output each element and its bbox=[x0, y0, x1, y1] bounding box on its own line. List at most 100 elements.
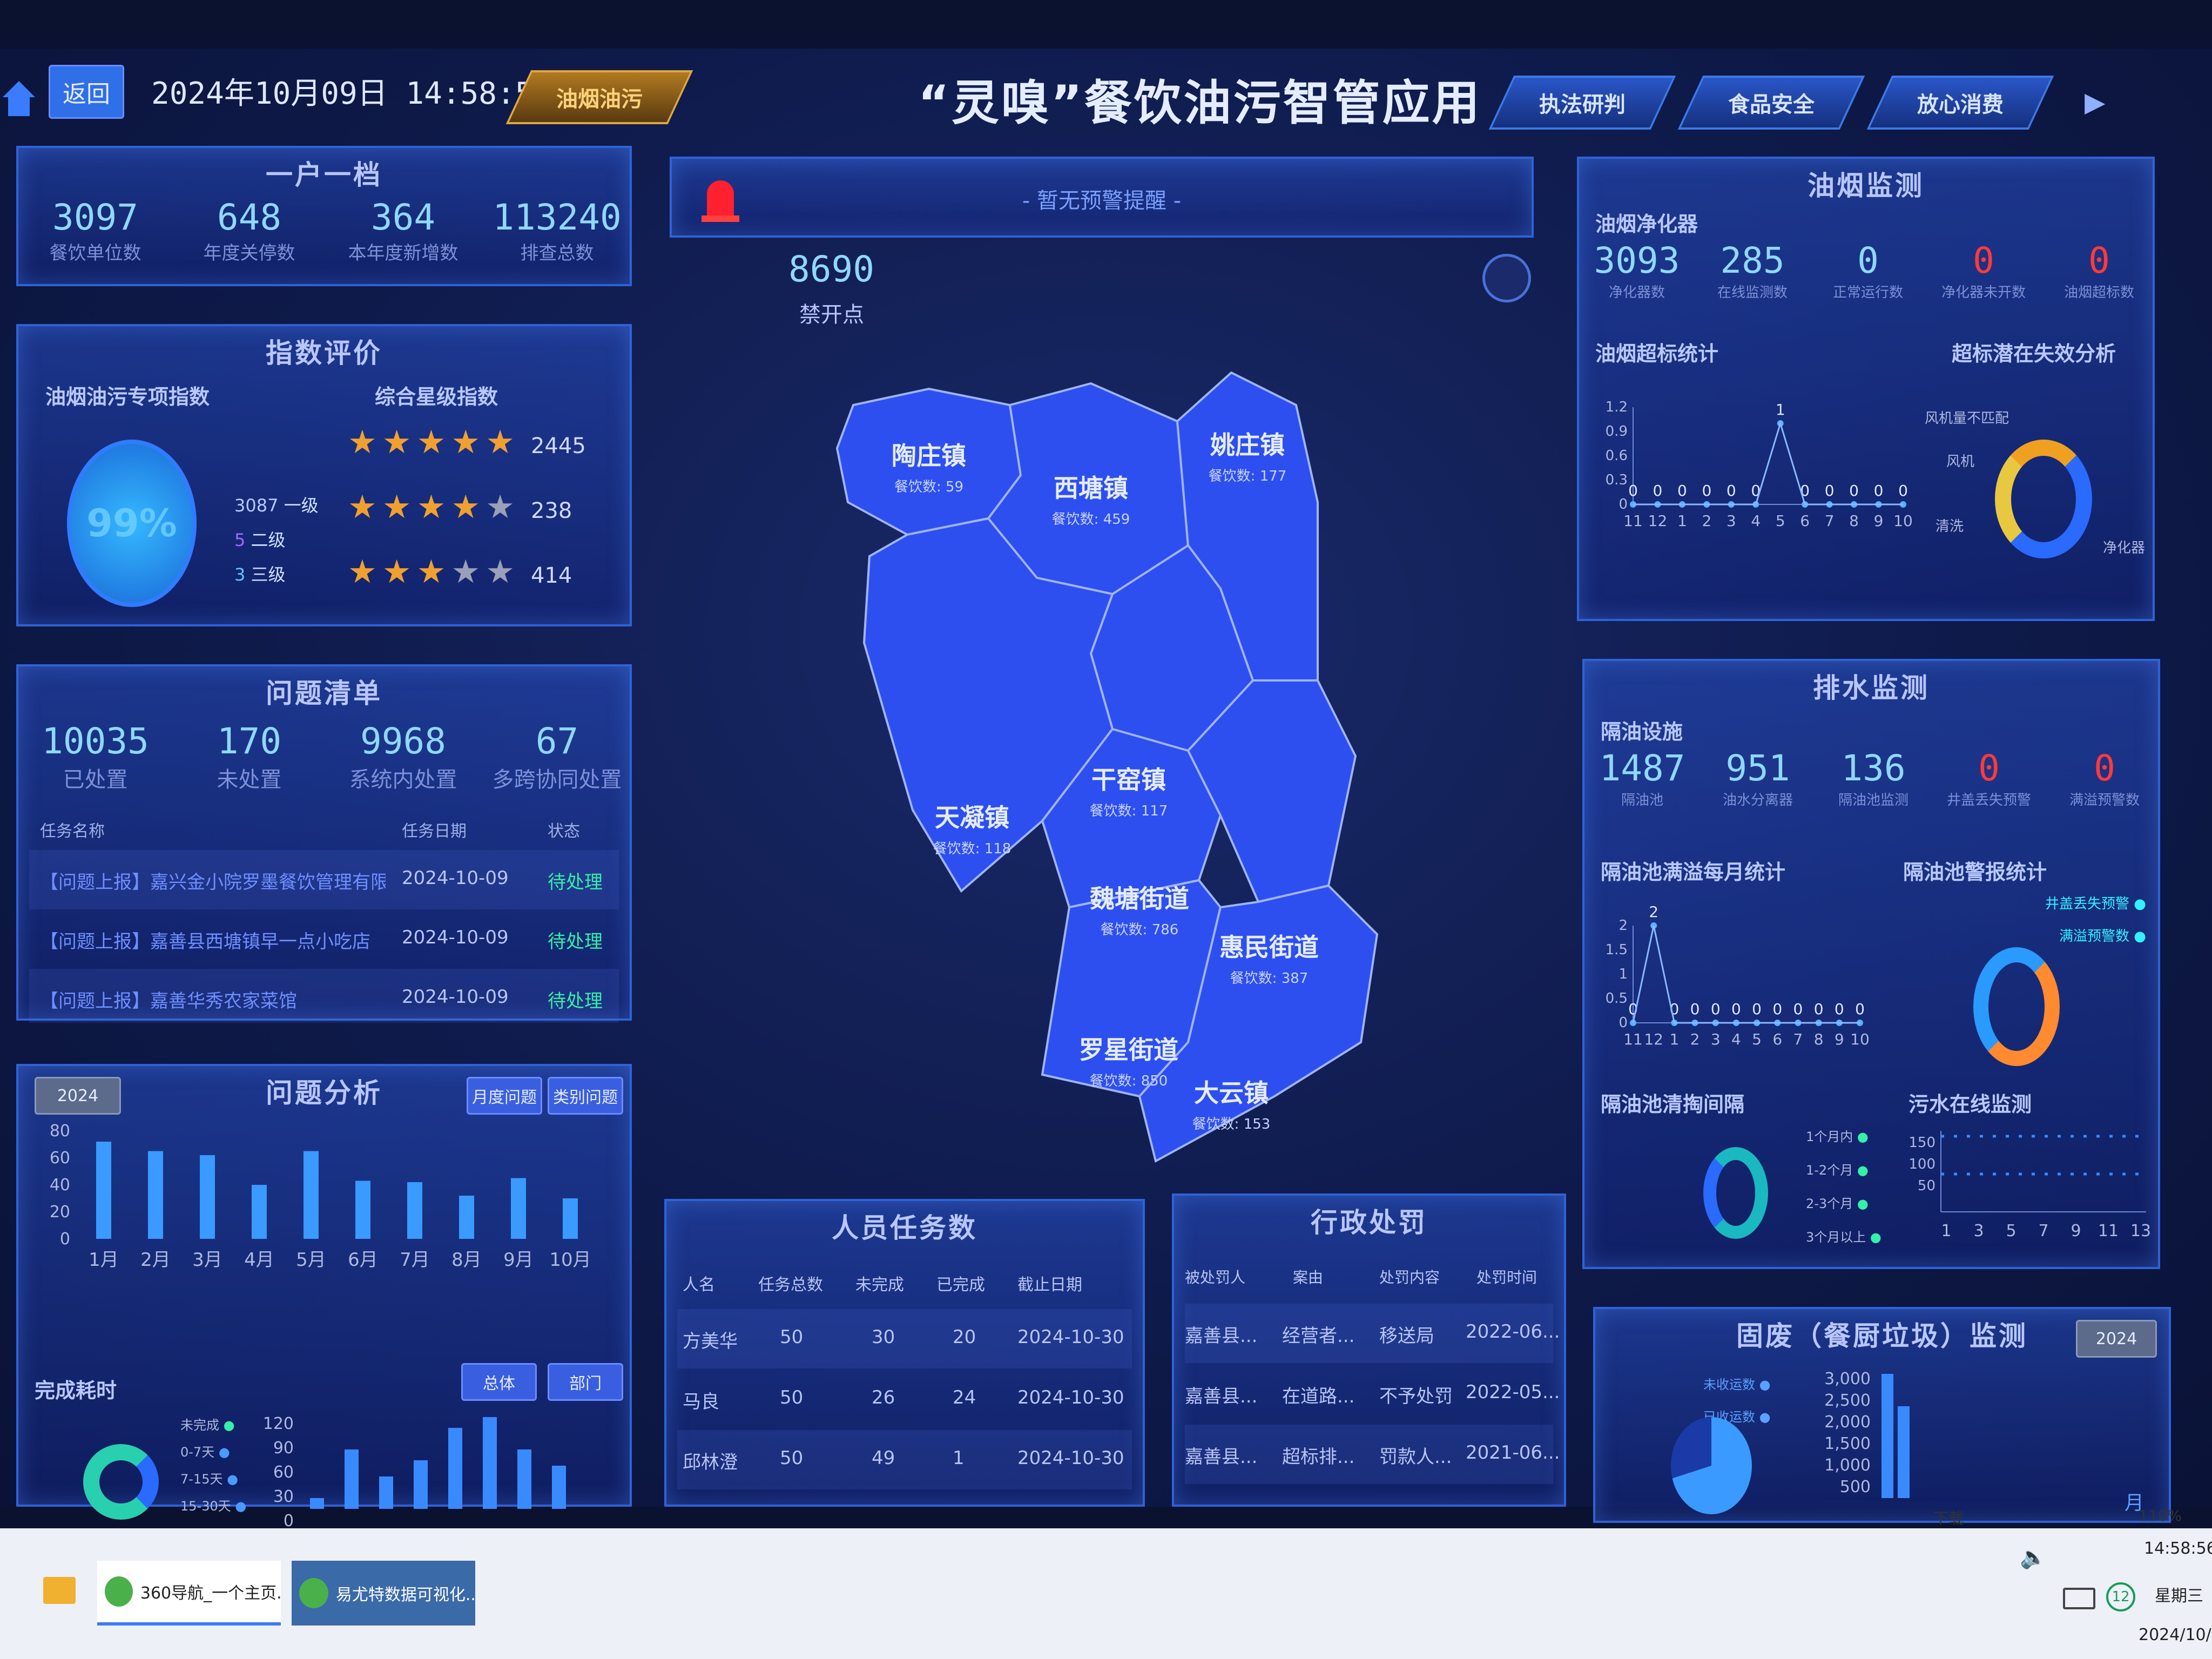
star-filled-icon: ★ bbox=[451, 423, 481, 461]
issues-table-body: 【问题上报】嘉兴金小院罗墨餐饮管理有限公... 2024-10-09 待处理 【… bbox=[18, 850, 630, 1023]
table-row[interactable]: 【问题上报】嘉善县西塘镇早一点小吃店 2024-10-09 待处理 bbox=[29, 909, 619, 969]
fume-index-label: 油烟油污专项指数 bbox=[45, 385, 210, 409]
star-filled-icon: ★ bbox=[451, 488, 481, 526]
taskbar-item[interactable]: 360导航_一个主页... bbox=[97, 1561, 281, 1626]
star-filled-icon: ★ bbox=[416, 488, 446, 526]
chevron-right-icon[interactable]: ▶ bbox=[2085, 86, 2105, 118]
issue-stat: 170 未处置 bbox=[217, 720, 282, 792]
svg-text:9: 9 bbox=[2071, 1222, 2081, 1240]
folder-icon[interactable] bbox=[43, 1577, 76, 1604]
table-row[interactable]: 嘉善县... 经营者... 移送局 2022-06... bbox=[1185, 1304, 1560, 1363]
x-tick-label: 5月 bbox=[296, 1249, 326, 1271]
header-datetime: 2024年10月09日 14:58:56 bbox=[151, 76, 552, 111]
alarm-donut bbox=[1973, 947, 2060, 1066]
drain-stat: 136 隔油池监测 bbox=[1838, 747, 1908, 808]
monthly-issue-button[interactable]: 月度问题 bbox=[467, 1077, 542, 1115]
x-tick-label: 1 bbox=[1677, 512, 1687, 530]
table-row[interactable]: 【问题上报】嘉兴金小院罗墨餐饮管理有限公... 2024-10-09 待处理 bbox=[29, 850, 619, 909]
archive-stat: 113240 排查总数 bbox=[493, 197, 622, 264]
tab-enforcement[interactable]: 执法研判 bbox=[1488, 76, 1676, 130]
tab-fume[interactable]: 油烟油污 bbox=[505, 70, 693, 124]
tab-food-safety[interactable]: 食品安全 bbox=[1677, 76, 1865, 130]
year-select[interactable]: 2024 bbox=[35, 1077, 121, 1115]
issues-title: 问题清单 bbox=[266, 678, 382, 709]
drain-panel: 排水监测 隔油设施 1487 隔油池 951 油水分离器 136 隔油池监测 0 井盖丢… bbox=[1582, 659, 2160, 1269]
download-button[interactable]: 下载 bbox=[1933, 1507, 1964, 1528]
table-row[interactable]: 马良 50 26 24 2024-10-30 bbox=[677, 1370, 1132, 1429]
bar bbox=[563, 1198, 578, 1239]
data-label: 0 bbox=[1711, 1000, 1721, 1018]
y-tick-label: 1.5 bbox=[1606, 942, 1628, 958]
fume-stat: 3093 净化器数 bbox=[1594, 240, 1680, 301]
table-row[interactable]: 嘉善县... 在道路... 不予处罚 2022-05... bbox=[1185, 1364, 1560, 1424]
x-tick-label: 6 bbox=[1800, 512, 1810, 530]
notification-badge[interactable]: 12 bbox=[2106, 1582, 2135, 1611]
personnel-title: 人员任务数 bbox=[832, 1212, 977, 1244]
waste-year-select[interactable]: 2024 bbox=[2076, 1320, 2157, 1358]
map-label: 大云镇 bbox=[1194, 1078, 1269, 1108]
x-tick-label: 1 bbox=[1669, 1030, 1679, 1048]
y-tick-label: 1 bbox=[1618, 966, 1628, 982]
keyboard-icon[interactable] bbox=[2063, 1588, 2095, 1609]
overall-button[interactable]: 总体 bbox=[461, 1363, 537, 1401]
issue-stat: 10035 已处置 bbox=[42, 720, 149, 792]
tab-consumer[interactable]: 放心消费 bbox=[1866, 76, 2054, 130]
x-tick-label: 7月 bbox=[400, 1249, 430, 1271]
star-empty-icon: ★ bbox=[485, 488, 515, 526]
map-count: 餐饮数: 153 bbox=[1192, 1116, 1271, 1132]
x-tick-label: 3月 bbox=[192, 1249, 222, 1271]
issues-panel: 问题清单 10035 已处置 170 未处置 9968 系统内处置 67 多跨协同处置 … bbox=[16, 664, 632, 1023]
penalty-title: 行政处罚 bbox=[1311, 1207, 1427, 1238]
gauge-value: 99% bbox=[86, 501, 177, 545]
table-row[interactable]: 嘉善县... 超标排... 罚款人... 2021-06... bbox=[1185, 1425, 1560, 1484]
y-tick-label: 0 bbox=[60, 1230, 70, 1249]
locate-icon[interactable] bbox=[1482, 254, 1531, 302]
penalty-header: 被处罚人 案由 处罚内容 处罚时间 bbox=[1185, 1269, 1537, 1286]
volume-icon[interactable]: 🔈 bbox=[2020, 1545, 2047, 1570]
data-label: 2 bbox=[1649, 903, 1658, 921]
drain-title: 排水监测 bbox=[1813, 672, 1930, 704]
data-label: 0 bbox=[1628, 482, 1638, 500]
taskbar-item[interactable]: 易尤特数据可视化... bbox=[292, 1561, 475, 1626]
bar bbox=[148, 1151, 163, 1239]
department-button[interactable]: 部门 bbox=[548, 1363, 623, 1401]
map-label: 魏塘街道 bbox=[1090, 884, 1189, 913]
forbidden-label: 禁开点 bbox=[799, 302, 864, 327]
category-issue-button[interactable]: 类别问题 bbox=[548, 1077, 623, 1115]
x-tick-label: 7 bbox=[1793, 1030, 1803, 1048]
completion-yticks: 120 90 60 30 0 bbox=[262, 1414, 294, 1530]
x-tick-label: 7 bbox=[1825, 512, 1835, 530]
y-tick-label: 60 bbox=[50, 1149, 70, 1168]
archive-stat: 648 年度关停数 bbox=[203, 197, 295, 264]
x-tick-label: 5 bbox=[1776, 512, 1785, 530]
y-tick-label: 0.5 bbox=[1606, 990, 1628, 1007]
x-tick-label: 9 bbox=[1874, 512, 1884, 530]
table-row[interactable]: 邱林澄 50 49 1 2024-10-30 bbox=[677, 1430, 1132, 1489]
waste-pie bbox=[1671, 1417, 1752, 1514]
data-label: 0 bbox=[1835, 1000, 1844, 1018]
home-icon[interactable] bbox=[0, 76, 38, 119]
x-tick-label: 10月 bbox=[549, 1249, 591, 1271]
personnel-body: 方美华 50 30 20 2024-10-30 马良 50 26 24 2024-10-30 邱… bbox=[666, 1309, 1143, 1493]
failure-label: 超标潜在失效分析 bbox=[1952, 342, 2116, 366]
star-empty-icon: ★ bbox=[451, 553, 481, 591]
svg-text:100: 100 bbox=[1908, 1156, 1936, 1172]
map-label: 西塘镇 bbox=[1054, 474, 1128, 503]
completion-donut bbox=[83, 1444, 159, 1520]
completion-label: 完成耗时 bbox=[35, 1379, 117, 1402]
alert-bar: - 暂无预警提醒 - bbox=[670, 157, 1534, 238]
data-label: 0 bbox=[1874, 482, 1884, 500]
x-tick-label: 1月 bbox=[89, 1249, 119, 1271]
table-row[interactable]: 【问题上报】嘉善华秀农家菜馆 2024-10-09 待处理 bbox=[29, 969, 619, 1023]
tab-food-safety-label: 食品安全 bbox=[1728, 92, 1815, 117]
x-tick-label: 11 bbox=[1623, 512, 1643, 530]
back-button[interactable]: 返回 bbox=[49, 65, 124, 119]
y-tick-label: 40 bbox=[50, 1176, 70, 1195]
star-filled-icon: ★ bbox=[382, 488, 412, 526]
dashboard-screen: 返回 2024年10月09日 14:58:56 油烟油污 “灵嗅”餐饮油污智管应… bbox=[0, 49, 2212, 1530]
archive-title: 一户一档 bbox=[266, 159, 382, 191]
clock-date: 2024/10/9 bbox=[2139, 1626, 2212, 1644]
fume-stat: 0 净化器未开数 bbox=[1941, 240, 2026, 301]
table-row[interactable]: 方美华 50 30 20 2024-10-30 bbox=[677, 1309, 1132, 1368]
bar bbox=[200, 1155, 215, 1239]
